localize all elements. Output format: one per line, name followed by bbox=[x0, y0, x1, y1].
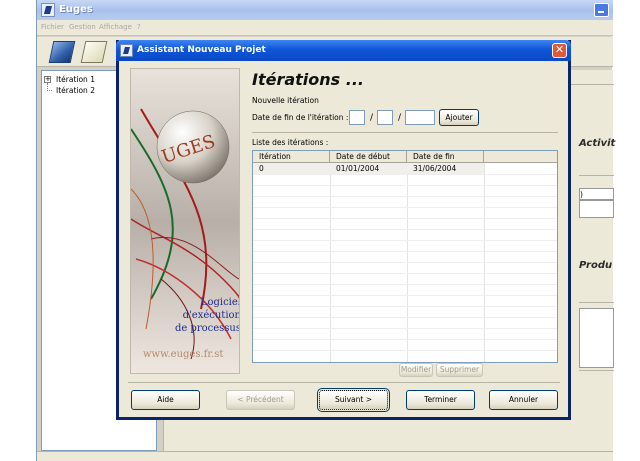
menu-help[interactable]: ? bbox=[137, 23, 141, 31]
row-gridline bbox=[253, 262, 557, 263]
page-title: Itérations ... bbox=[252, 70, 364, 89]
pane-divider bbox=[579, 175, 614, 176]
activities-header: ) bbox=[579, 188, 614, 200]
tree-expand-icon[interactable]: + bbox=[44, 76, 51, 83]
column-header-end-date[interactable]: Date de fin bbox=[407, 151, 484, 163]
new-project-wizard-dialog: Assistant Nouveau Projet ✕ UGES Logiciel… bbox=[116, 40, 571, 420]
row-gridline bbox=[253, 218, 557, 219]
row-gridline bbox=[253, 328, 557, 329]
close-icon[interactable]: ✕ bbox=[552, 43, 567, 58]
activities-label: Activit bbox=[579, 138, 616, 149]
end-date-day-field[interactable] bbox=[349, 110, 365, 125]
main-titlebar[interactable]: Euges bbox=[37, 0, 613, 20]
new-iteration-label: Nouvelle itération bbox=[252, 96, 319, 105]
row-gridline bbox=[253, 339, 557, 340]
iterations-list[interactable]: Itération Date de début Date de fin 0 01… bbox=[252, 150, 558, 363]
status-bar bbox=[37, 451, 613, 461]
row-gridline bbox=[253, 306, 557, 307]
wizard-banner: UGES Logiciel d'exécution de processus w… bbox=[130, 68, 240, 374]
modify-button[interactable]: Modifier bbox=[399, 363, 433, 377]
help-button[interactable]: Aide bbox=[131, 390, 200, 410]
end-date-month-field[interactable] bbox=[377, 110, 393, 125]
column-gridline bbox=[330, 163, 331, 362]
book-icon[interactable] bbox=[48, 41, 76, 63]
menu-affichage[interactable]: Affichage bbox=[99, 23, 132, 31]
minimize-button[interactable] bbox=[594, 3, 609, 17]
banner-url: www.euges.fr.st bbox=[143, 349, 224, 360]
cell-start-date: 01/01/2004 bbox=[336, 164, 380, 173]
iterations-list-label: Liste des itérations : bbox=[252, 138, 329, 147]
previous-button[interactable]: < Précédent bbox=[226, 390, 295, 410]
paren-text: ) bbox=[580, 190, 583, 199]
app-icon bbox=[41, 3, 55, 17]
delete-button[interactable]: Supprimer bbox=[436, 363, 483, 377]
table-row[interactable]: 0 01/01/2004 31/06/2004 bbox=[253, 163, 557, 174]
dialog-app-icon bbox=[120, 44, 133, 57]
dialog-titlebar[interactable]: Assistant Nouveau Projet ✕ bbox=[116, 40, 571, 61]
banner-line-3: de processus bbox=[174, 323, 240, 334]
add-button[interactable]: Ajouter bbox=[439, 109, 479, 126]
column-gridline bbox=[484, 163, 485, 362]
row-gridline bbox=[253, 295, 557, 296]
column-header-start-date[interactable]: Date de début bbox=[330, 151, 407, 163]
activities-list[interactable] bbox=[579, 200, 614, 218]
menu-gestion[interactable]: Gestion bbox=[69, 23, 96, 31]
dialog-title: Assistant Nouveau Projet bbox=[137, 45, 266, 55]
row-gridline bbox=[253, 240, 557, 241]
list-header: Itération Date de début Date de fin bbox=[253, 151, 557, 163]
row-gridline bbox=[253, 229, 557, 230]
row-gridline bbox=[253, 251, 557, 252]
date-separator: / bbox=[370, 113, 374, 123]
row-gridline bbox=[253, 207, 557, 208]
end-date-year-field[interactable] bbox=[405, 110, 435, 125]
row-gridline bbox=[253, 185, 557, 186]
folder-icon[interactable] bbox=[80, 41, 108, 63]
tree-item-iteration-1[interactable]: Itération 1 bbox=[56, 75, 95, 84]
finish-button[interactable]: Terminer bbox=[406, 390, 475, 410]
cancel-button[interactable]: Annuler bbox=[489, 390, 558, 410]
row-gridline bbox=[253, 174, 557, 175]
products-list[interactable] bbox=[579, 308, 614, 368]
date-separator: / bbox=[398, 113, 402, 123]
tree-item-iteration-2[interactable]: Itération 2 bbox=[56, 86, 95, 95]
cell-iteration: 0 bbox=[259, 164, 264, 173]
row-gridline bbox=[253, 317, 557, 318]
end-date-label: Date de fin de l'itération : bbox=[252, 113, 349, 122]
banner-line-1: Logiciel bbox=[200, 297, 240, 308]
next-button[interactable]: Suivant > bbox=[317, 388, 390, 412]
row-gridline bbox=[253, 284, 557, 285]
column-header-iteration[interactable]: Itération bbox=[253, 151, 330, 163]
column-gridline bbox=[407, 163, 408, 362]
row-gridline bbox=[253, 350, 557, 351]
section-divider bbox=[252, 132, 558, 133]
menu-bar: Fichier Gestion Affichage ? bbox=[37, 20, 613, 36]
tree-connector bbox=[47, 83, 52, 91]
pane-divider bbox=[579, 370, 614, 371]
main-window-title: Euges bbox=[59, 4, 93, 15]
cell-end-date: 31/06/2004 bbox=[413, 164, 457, 173]
banner-line-2: d'exécution bbox=[182, 310, 240, 321]
footer-divider bbox=[128, 382, 560, 383]
products-label: Produ bbox=[579, 260, 613, 271]
menu-fichier[interactable]: Fichier bbox=[41, 23, 64, 31]
row-gridline bbox=[253, 196, 557, 197]
row-gridline bbox=[253, 273, 557, 274]
pane-divider bbox=[579, 302, 614, 303]
